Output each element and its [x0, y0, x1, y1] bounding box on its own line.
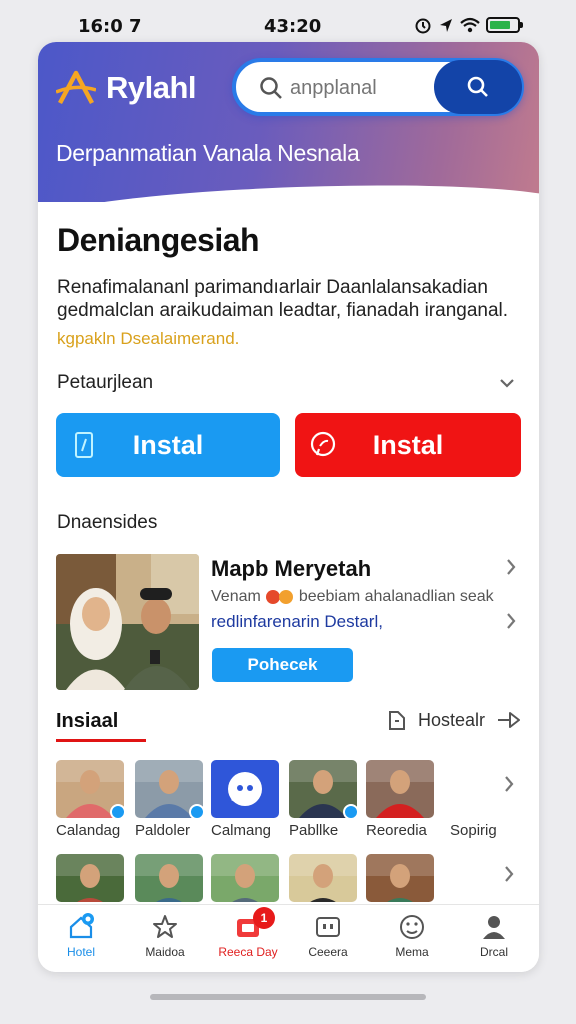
thumbnail-label: Paldoler: [135, 822, 191, 839]
install-button-primary[interactable]: Instal: [56, 413, 280, 477]
status-time-left: 16:0 7: [78, 16, 142, 37]
card-title[interactable]: Mapb Meryetah: [211, 556, 371, 582]
status-bar: 16:0 7 43:20: [0, 14, 576, 40]
emoji-icon: [265, 590, 293, 604]
home-icon: [69, 913, 94, 939]
install-button-label: Instal: [132, 429, 204, 460]
app-screen: Rylahl Derpanmatian Vanala Nesnala Denia…: [38, 42, 539, 972]
nav-label: Ceeera: [308, 945, 348, 959]
card-photo[interactable]: [56, 554, 199, 690]
nav-label: Mema: [395, 945, 429, 959]
card-subtitle: Venam beebiam ahalanadlian seak: [211, 588, 494, 606]
app-thumbnail[interactable]: [135, 854, 203, 902]
app-thumbnail[interactable]: [56, 854, 124, 902]
chat-icon: [310, 431, 336, 457]
chevron-right-icon[interactable]: [505, 556, 517, 582]
card-subtitle-prefix: Venam: [211, 588, 261, 605]
thumbnail-label: Sopirig: [450, 822, 497, 839]
tab-underline: [56, 739, 146, 742]
card-subtitle-rest: beebiam ahalanadlian seak: [298, 588, 494, 605]
emoji-icon: [400, 915, 424, 939]
star-icon: [153, 915, 177, 938]
search-input[interactable]: [290, 75, 430, 101]
nav-label: Reeca Day: [218, 945, 278, 959]
share-icon[interactable]: [495, 708, 521, 732]
search-icon: [260, 77, 282, 99]
badge-icon: [343, 804, 359, 820]
bottom-nav: Hotel Maidoa 1 Reeca Day Ceeera Mema Drc…: [38, 904, 539, 972]
badge-icon: [110, 804, 126, 820]
status-icons: [414, 16, 523, 34]
nav-label: Hotel: [66, 945, 95, 959]
hero-subtitle: Derpanmatian Vanala Nesnala: [56, 140, 360, 166]
thumbnail-label: Calmang: [211, 822, 272, 839]
app-thumbnail[interactable]: [211, 854, 279, 902]
home-indicator[interactable]: [150, 994, 426, 1000]
app-thumbnail[interactable]: [366, 854, 434, 902]
location-icon: [440, 19, 452, 32]
tab-hostealr[interactable]: Hostealr: [386, 708, 521, 732]
thumbnail-label: Reoredia: [366, 822, 427, 839]
thumbnail-label: Pabllke: [289, 822, 339, 839]
search-icon: [467, 76, 488, 97]
people-photo: [56, 554, 199, 690]
search-bar[interactable]: [232, 58, 524, 116]
nav-item-reeca-day[interactable]: 1 Reeca Day: [207, 907, 289, 959]
app-thumbnail[interactable]: [366, 760, 434, 818]
nav-item-maidoa[interactable]: Maidoa: [124, 913, 206, 959]
app-logo[interactable]: Rylahl: [56, 70, 197, 106]
dropdown-row[interactable]: Petaurjlean: [57, 372, 519, 394]
card-detail: redlinfarenarin Destarl,: [211, 612, 383, 631]
app-name: Rylahl: [106, 70, 197, 105]
chevron-right-icon[interactable]: [505, 610, 517, 636]
nav-label: Maidoa: [145, 945, 185, 959]
document-icon: [389, 711, 405, 730]
page-title: Deniangesiah: [57, 222, 260, 258]
install-button-secondary[interactable]: Instal: [295, 413, 521, 477]
app-thumbnail[interactable]: [211, 760, 279, 818]
chevron-right-icon[interactable]: [503, 775, 515, 798]
thumbnail-label: Calandag: [56, 822, 121, 839]
tray-icon: [316, 917, 340, 937]
badge-icon: [189, 804, 205, 820]
chevron-right-icon[interactable]: [503, 865, 515, 888]
notification-badge: 1: [253, 907, 275, 929]
nav-item-drcal[interactable]: Drcal: [453, 913, 535, 959]
app-thumbnail[interactable]: [289, 854, 357, 902]
battery-icon: [486, 17, 523, 33]
section-title: Dnaensides: [57, 512, 158, 533]
card-action-button[interactable]: Pohecek: [212, 648, 353, 682]
wifi-icon: [460, 17, 480, 33]
tab-hostealr-label: Hostealr: [418, 709, 486, 730]
profile-icon: [483, 916, 505, 939]
nav-item-ceeera[interactable]: Ceeera: [287, 913, 369, 959]
nav-item-mema[interactable]: Mema: [371, 913, 453, 959]
search-button[interactable]: [434, 60, 522, 114]
description: Renafimalananl parimandıarlair Daanlalan…: [57, 277, 509, 321]
nav-label: Drcal: [479, 945, 508, 959]
dropdown-label: Petaurjlean: [57, 372, 154, 393]
chat-app-icon: [228, 772, 262, 806]
alarm-icon: [415, 18, 431, 34]
tab-insiaal[interactable]: Insiaal: [56, 710, 118, 733]
status-time-center: 43:20: [264, 16, 322, 37]
install-button-label: Instal: [372, 429, 444, 460]
logo-icon: [56, 70, 96, 105]
description-link[interactable]: kgpakln Dsealaimerand.: [57, 329, 239, 349]
nav-item-hotel[interactable]: Hotel: [40, 913, 122, 959]
chevron-down-icon[interactable]: [499, 377, 515, 389]
file-icon: [75, 432, 93, 458]
section-header: Dnaensides: [57, 512, 519, 534]
